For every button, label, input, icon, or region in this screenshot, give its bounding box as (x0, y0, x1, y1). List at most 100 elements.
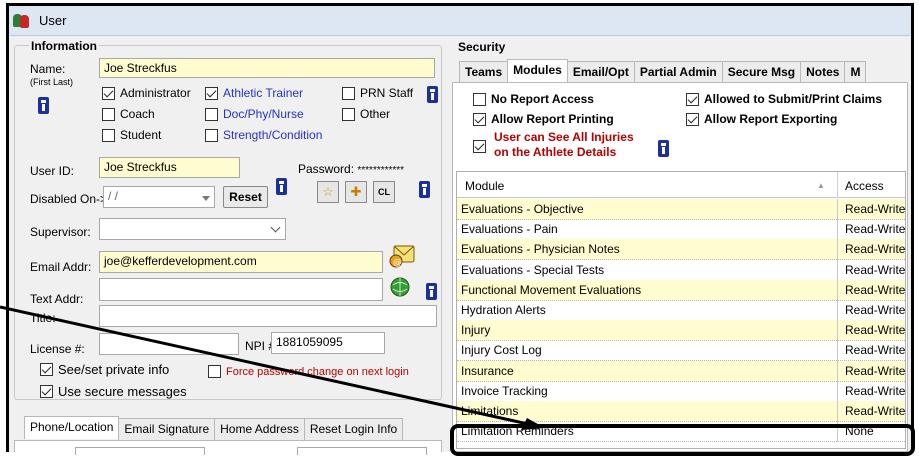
star-button[interactable]: ☆ (317, 181, 339, 203)
table-row[interactable]: Injury Cost Log Read-Write (457, 340, 905, 362)
email-input[interactable]: joe@kefferdevelopment.com (99, 251, 383, 273)
table-row[interactable]: Evaluations - Special Tests Read-Write (457, 259, 905, 281)
tab-secure-msg[interactable]: Secure Msg (721, 61, 802, 84)
allowed-submit-claims-checkbox[interactable]: Allowed to Submit/Print Claims (686, 92, 882, 106)
users-icon (13, 13, 33, 28)
info-icon[interactable] (419, 181, 430, 198)
role-prn-staff-checkbox[interactable]: PRN Staff (342, 86, 413, 100)
role-athletic-trainer-checkbox[interactable]: Athletic Trainer (205, 86, 303, 100)
info-icon[interactable] (276, 178, 287, 195)
module-name-cell: Limitations (461, 404, 519, 418)
no-report-access-checkbox[interactable]: No Report Access (473, 92, 594, 106)
email-edit-icon[interactable]: @ (388, 242, 418, 268)
text-addr-label: Text Addr: (30, 292, 84, 306)
see-all-injuries-checkbox[interactable] (473, 140, 486, 153)
access-cell[interactable]: Read-Write (837, 259, 905, 281)
userid-label: User ID: (30, 164, 75, 178)
module-name-cell: Evaluations - Pain (461, 222, 558, 237)
access-cell[interactable]: Read-Write (837, 199, 905, 220)
sort-arrow-icon: ▲ (817, 181, 825, 190)
force-password-change-checkbox[interactable]: Force password change on next login (208, 365, 409, 378)
tab-teams[interactable]: Teams (459, 61, 509, 84)
svg-text:@: @ (393, 258, 402, 268)
plus-icon: ✚ (350, 184, 362, 199)
module-name-cell: Evaluations - Objective (461, 202, 584, 216)
use-secure-messages-checkbox[interactable]: Use secure messages (40, 384, 187, 399)
title-label: Title: (30, 311, 56, 325)
disabled-on-value: / / (108, 189, 119, 203)
access-cell[interactable]: Read-Write (837, 239, 905, 261)
table-row[interactable]: Evaluations - Pain Read-Write (457, 219, 905, 241)
info-icon[interactable] (426, 283, 437, 300)
phone-globe-icon[interactable] (389, 276, 413, 298)
star-icon: ☆ (322, 184, 334, 199)
email-label: Email Addr: (30, 260, 92, 274)
tab-modules[interactable]: Modules (507, 59, 568, 82)
table-row[interactable]: Invoice Tracking Read-Write (457, 380, 905, 402)
table-row[interactable]: Insurance Read-Write (457, 360, 905, 382)
module-name-cell: Hydration Alerts (461, 303, 546, 317)
license-input[interactable] (99, 333, 239, 355)
allow-report-exporting-checkbox[interactable]: Allow Report Exporting (686, 112, 837, 126)
grid-header: Module ▲ Access (457, 172, 905, 198)
title-bar: User (9, 6, 911, 36)
allow-report-printing-checkbox[interactable]: Allow Report Printing (473, 112, 614, 126)
access-cell[interactable]: Read-Write (837, 401, 905, 422)
tab-partial-admin[interactable]: Partial Admin (633, 61, 723, 84)
userid-input[interactable]: Joe Streckfus (99, 157, 240, 178)
access-cell[interactable]: Read-Write (837, 380, 905, 402)
disabled-on-date[interactable]: / / (103, 186, 215, 208)
add-button[interactable]: ✚ (345, 181, 367, 203)
module-name-cell: Evaluations - Special Tests (461, 262, 605, 277)
window-title: User (39, 13, 67, 28)
role-strength-condition-checkbox[interactable]: Strength/Condition (205, 128, 322, 142)
tab-more[interactable]: M (844, 61, 867, 84)
info-icon[interactable] (427, 86, 438, 103)
role-other-checkbox[interactable]: Other (342, 107, 390, 121)
see-private-info-checkbox[interactable]: See/set private info (40, 362, 169, 377)
text-addr-input[interactable] (99, 278, 383, 301)
name-input[interactable]: Joe Streckfus (99, 58, 435, 78)
module-name-cell: Injury (461, 323, 491, 338)
highlight-box (450, 424, 915, 456)
table-row[interactable]: Hydration Alerts Read-Write (457, 300, 905, 321)
tab-email-signature[interactable]: Email Signature (118, 418, 216, 441)
tab-email-opt[interactable]: Email/Opt (566, 61, 635, 84)
role-student-checkbox[interactable]: Student (102, 128, 161, 142)
access-cell[interactable]: Read-Write (837, 360, 905, 382)
module-name-cell: Functional Movement Evaluations (461, 282, 642, 297)
table-row[interactable]: Functional Movement Evaluations Read-Writ… (457, 279, 905, 301)
access-cell[interactable]: Read-Write (837, 219, 905, 241)
cl-button[interactable]: CL (373, 181, 395, 203)
reset-button[interactable]: Reset (223, 186, 268, 208)
chevron-down-icon[interactable] (202, 196, 210, 201)
tab-notes[interactable]: Notes (800, 61, 846, 84)
title-input[interactable] (99, 305, 437, 327)
column-header-access[interactable]: Access (845, 179, 884, 193)
modules-grid: Module ▲ Access Evaluations - Objective R… (456, 171, 906, 449)
license-label: License #: (30, 342, 85, 356)
module-name-cell: Evaluations - Physician Notes (461, 242, 620, 257)
info-icon[interactable] (658, 140, 669, 157)
table-row[interactable]: Evaluations - Physician Notes Read-Write (457, 239, 905, 261)
column-header-module[interactable]: Module (465, 179, 504, 193)
table-row[interactable]: Evaluations - Objective Read-Write (457, 199, 905, 220)
supervisor-select[interactable] (99, 218, 286, 240)
access-cell[interactable]: Read-Write (837, 300, 905, 321)
access-cell[interactable]: Read-Write (837, 340, 905, 362)
table-row[interactable]: Injury Read-Write (457, 320, 905, 342)
role-administrator-checkbox[interactable]: Administrator (102, 86, 191, 100)
tab-reset-login-info[interactable]: Reset Login Info (303, 418, 404, 441)
npi-input[interactable]: 1881059095 (271, 332, 385, 354)
role-doc-phy-nurse-checkbox[interactable]: Doc/Phy/Nurse (205, 107, 304, 121)
bottom-tab-panel (14, 440, 442, 455)
see-all-injuries-label: User can See All Injuries on the Athlete … (494, 130, 634, 159)
tab-home-address[interactable]: Home Address (214, 418, 305, 441)
table-row[interactable]: Limitations Read-Write (457, 401, 905, 422)
tab-phone-location[interactable]: Phone/Location (24, 416, 120, 439)
access-cell[interactable]: Read-Write (837, 279, 905, 301)
info-icon[interactable] (38, 97, 49, 114)
access-cell[interactable]: Read-Write (837, 320, 905, 342)
role-coach-checkbox[interactable]: Coach (102, 107, 155, 121)
disabled-on-label: Disabled On-> (30, 192, 108, 206)
